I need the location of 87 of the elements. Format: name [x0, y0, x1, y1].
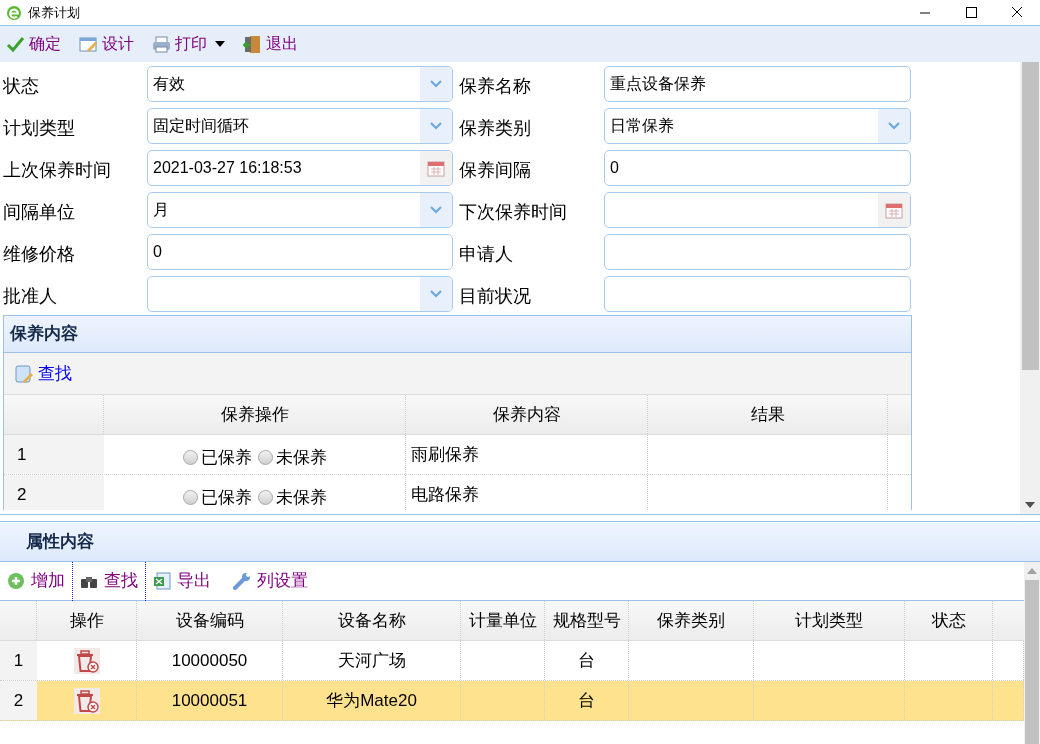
column-header: 结果 — [648, 395, 888, 434]
column-header: 保养内容 — [406, 395, 648, 434]
table-row[interactable]: 2 10000051 华为Mate20 台 — [0, 681, 1024, 721]
notepad-pencil-icon — [14, 363, 34, 384]
dropdown-field[interactable]: 有效 — [147, 66, 453, 102]
input-field[interactable]: 0 — [604, 150, 911, 186]
radio-option[interactable]: 已保养 — [182, 484, 252, 510]
wrench-icon — [233, 572, 251, 590]
row-number: 1 — [0, 641, 37, 680]
input-field[interactable]: 重点设备保养 — [604, 66, 911, 102]
app-logo-icon — [6, 4, 22, 21]
toolbar-button[interactable]: 增加 — [0, 561, 73, 601]
dropdown-field[interactable]: 月 — [147, 192, 453, 228]
chevron-down-icon — [430, 80, 442, 88]
table-cell: 10000050 — [137, 641, 283, 680]
chevron-down-icon — [430, 290, 442, 298]
dropdown-field[interactable] — [147, 276, 453, 312]
check-icon — [6, 34, 25, 54]
window-title: 保养计划 — [28, 3, 80, 22]
radio-option[interactable]: 已保养 — [182, 444, 252, 471]
scroll-up-icon[interactable] — [1027, 568, 1037, 574]
toolbar-button[interactable]: 列设置 — [226, 561, 315, 601]
row-number: 2 — [0, 681, 37, 720]
table-cell: 华为Mate20 — [283, 681, 461, 720]
field-label: 维修价格 — [3, 242, 76, 266]
table-cell: 台 — [545, 681, 629, 720]
field-label: 批准人 — [3, 284, 58, 308]
trash-delete-icon[interactable] — [73, 687, 100, 714]
search-link[interactable]: 查找 — [14, 360, 72, 387]
field-label: 计划类型 — [3, 116, 76, 140]
plus-circle-icon — [7, 572, 25, 590]
column-header: 设备编码 — [137, 601, 283, 640]
table-cell: 天河广场 — [283, 641, 461, 680]
column-header: 保养类别 — [629, 601, 754, 640]
table-cell: 台 — [545, 641, 629, 680]
panel-title: 保养内容 — [10, 323, 78, 346]
input-field[interactable] — [604, 276, 911, 312]
column-header: 保养操作 — [104, 395, 406, 434]
input-field[interactable]: 0 — [147, 234, 453, 270]
date-field[interactable]: 2021-03-27 16:18:53 — [147, 150, 453, 186]
toolbar-button[interactable]: 导出 — [146, 561, 218, 601]
toolbar-button[interactable]: 设计 — [79, 30, 134, 58]
column-header: 设备名称 — [283, 601, 461, 640]
trash-delete-icon[interactable] — [73, 647, 100, 674]
column-header: 计量单位 — [461, 601, 545, 640]
table-cell: 雨刷保养 — [406, 435, 648, 474]
radio-option[interactable]: 未保养 — [257, 444, 327, 471]
dropdown-field[interactable]: 固定时间循环 — [147, 108, 453, 144]
door-exit-icon — [243, 34, 262, 54]
splitter[interactable] — [0, 514, 1040, 522]
column-header: 状态 — [905, 601, 993, 640]
field-label: 间隔单位 — [3, 200, 76, 224]
printer-icon — [152, 34, 171, 54]
spreadsheet-icon — [153, 572, 171, 590]
date-field[interactable] — [604, 192, 911, 228]
calendar-icon — [427, 159, 445, 177]
row-number: 2 — [4, 475, 104, 510]
field-label: 保养类别 — [458, 116, 532, 140]
calendar-icon — [885, 201, 903, 219]
toolbar-button[interactable]: 打印 — [152, 30, 225, 58]
dropdown-field[interactable]: 日常保养 — [604, 108, 911, 144]
column-header: 规格型号 — [545, 601, 629, 640]
field-label: 上次保养时间 — [3, 158, 112, 182]
field-label: 状态 — [3, 74, 40, 98]
toolbar-button[interactable]: 查找 — [73, 561, 146, 601]
row-number: 1 — [4, 435, 104, 474]
chevron-down-icon — [888, 122, 900, 130]
chevron-down-icon — [430, 206, 442, 214]
toolbar-button[interactable]: 退出 — [243, 30, 298, 58]
radio-option[interactable]: 未保养 — [257, 484, 327, 510]
field-label: 下次保养时间 — [458, 200, 568, 224]
scrollbar[interactable] — [1024, 562, 1040, 744]
field-label: 目前状况 — [458, 284, 532, 308]
table-cell: 10000051 — [137, 681, 283, 720]
field-label: 保养名称 — [458, 74, 532, 98]
field-label: 申请人 — [458, 242, 514, 266]
scrollbar[interactable] — [1020, 62, 1040, 514]
field-label: 保养间隔 — [458, 158, 532, 182]
panel-title: 属性内容 — [26, 531, 94, 554]
column-header: 操作 — [37, 601, 137, 640]
input-field[interactable] — [604, 234, 911, 270]
form-pencil-icon — [79, 34, 98, 54]
table-row[interactable]: 1 10000050 天河广场 台 — [0, 641, 1024, 681]
chevron-down-icon — [430, 122, 442, 130]
toolbar-button[interactable]: 确定 — [6, 30, 61, 58]
column-header: 计划类型 — [754, 601, 905, 640]
scroll-down-icon[interactable] — [1025, 502, 1035, 508]
